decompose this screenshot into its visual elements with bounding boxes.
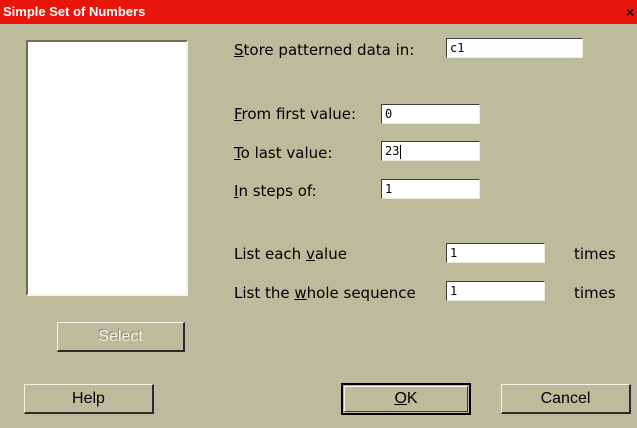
dialog-window: Simple Set of Numbers × Select Store pat… xyxy=(0,0,637,428)
in-steps-label: In steps of: xyxy=(234,182,317,200)
store-field[interactable]: c1 xyxy=(446,38,583,58)
ok-button-label: K xyxy=(406,390,418,407)
to-last-field-value: 23 xyxy=(385,144,400,158)
ok-button[interactable]: OK xyxy=(341,383,471,415)
dialog-title: Simple Set of Numbers xyxy=(3,4,146,19)
store-label: Store patterned data in: xyxy=(234,41,415,59)
title-bar[interactable]: Simple Set of Numbers × xyxy=(0,0,637,24)
list-each-label: List each value xyxy=(234,245,347,263)
select-button[interactable]: Select xyxy=(57,322,185,352)
close-icon[interactable]: × xyxy=(626,4,634,20)
select-button-label: Select xyxy=(98,327,143,345)
ok-button-mnemonic: O xyxy=(394,390,407,407)
from-first-field-value: 0 xyxy=(385,107,393,121)
list-whole-field-value: 1 xyxy=(450,284,458,298)
list-whole-label: List the whole sequence xyxy=(234,284,416,302)
to-last-field[interactable]: 23 xyxy=(381,141,480,161)
from-first-field[interactable]: 0 xyxy=(381,104,480,124)
help-button-label: Help xyxy=(72,389,105,407)
from-first-label: From first value: xyxy=(234,105,357,123)
list-each-field-value: 1 xyxy=(450,246,458,260)
list-whole-field[interactable]: 1 xyxy=(446,281,545,301)
in-steps-field[interactable]: 1 xyxy=(381,179,480,199)
help-button[interactable]: Help xyxy=(24,384,154,414)
to-last-label: To last value: xyxy=(234,144,333,162)
list-each-field[interactable]: 1 xyxy=(446,243,545,263)
list-each-times-label: times xyxy=(574,245,616,263)
list-whole-times-label: times xyxy=(574,284,616,302)
cancel-button[interactable]: Cancel xyxy=(501,384,631,414)
in-steps-field-value: 1 xyxy=(385,182,393,196)
ok-button-face: OK xyxy=(344,386,468,412)
cancel-button-label: Cancel xyxy=(540,389,591,407)
store-field-value: c1 xyxy=(450,41,465,55)
text-caret xyxy=(400,144,402,159)
column-list[interactable] xyxy=(26,40,188,296)
